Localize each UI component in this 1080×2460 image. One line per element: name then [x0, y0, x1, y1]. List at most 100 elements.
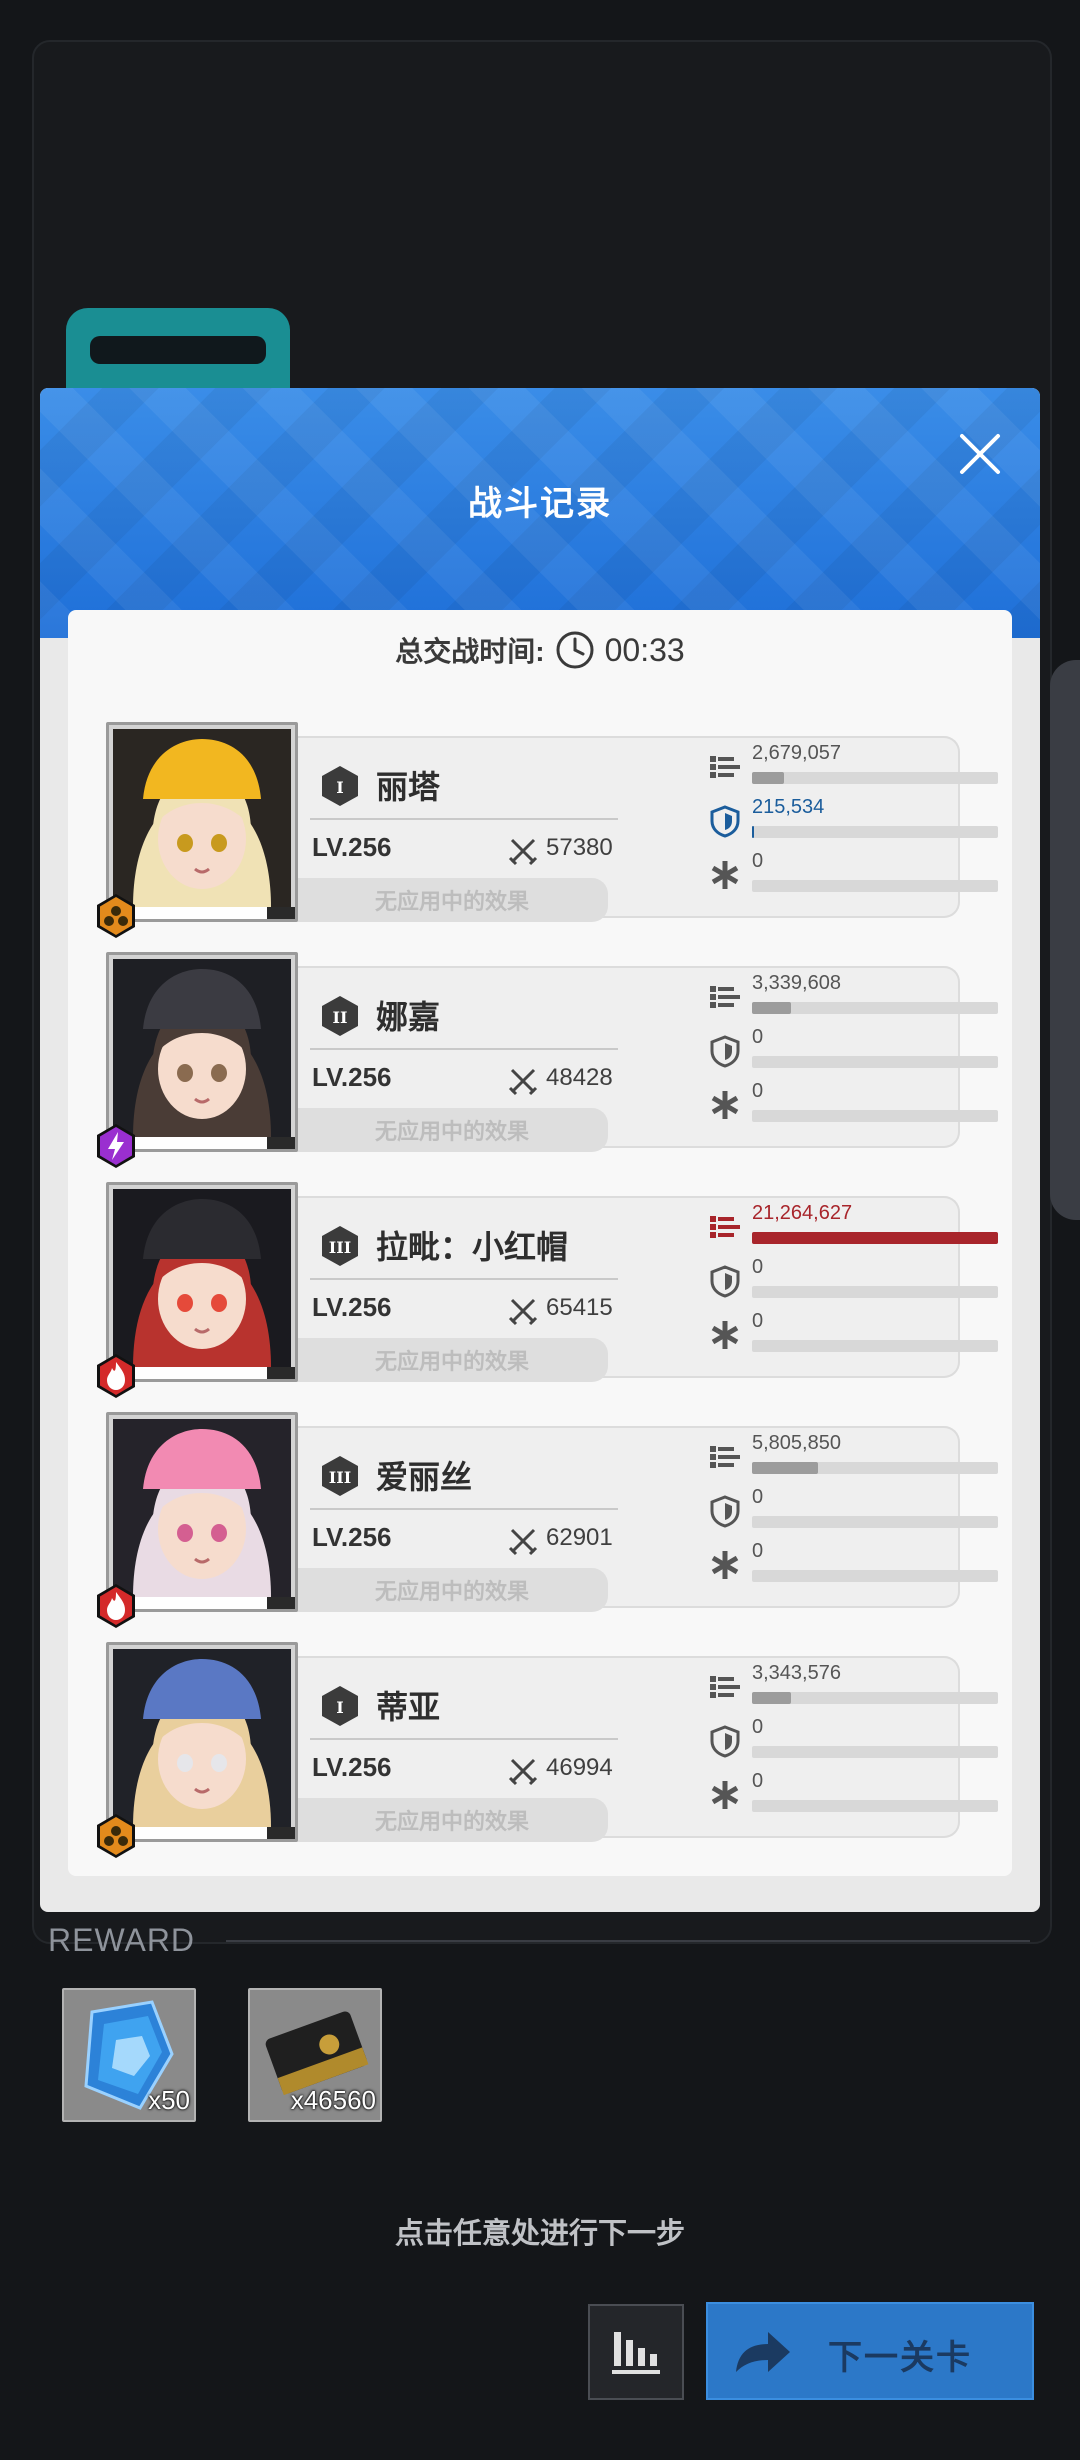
effect-status: 无应用中的效果	[296, 878, 608, 922]
combat-power: 65415	[546, 1294, 613, 1321]
heal-bar	[752, 1110, 998, 1122]
damage-value: 5,805,850	[752, 1432, 841, 1454]
shield-icon	[710, 1495, 740, 1528]
character-name: 丽塔	[376, 769, 441, 805]
shield-stat: 215,534	[708, 796, 998, 844]
character-row[interactable]: II 娜嘉 LV.256 48428 无应用中的效果 3,339,608 0 0	[97, 952, 998, 1168]
element-fire-icon	[97, 1584, 135, 1628]
heal-bar	[752, 1800, 998, 1812]
bullets-icon	[710, 1446, 740, 1468]
name-divider	[310, 1738, 618, 1740]
heal-bar	[752, 1570, 998, 1582]
character-level: LV.256	[312, 832, 392, 862]
effect-status: 无应用中的效果	[296, 1568, 608, 1612]
crossed-swords-icon	[508, 1298, 538, 1326]
damage-stat: 5,805,850	[708, 1432, 998, 1480]
heal-value: 0	[752, 850, 764, 872]
clock-icon	[556, 631, 594, 669]
heal-stat: 0	[708, 850, 998, 898]
damage-value: 3,343,576	[752, 1662, 841, 1684]
heal-value: 0	[752, 1310, 764, 1332]
modal-header: 战斗记录	[40, 388, 1040, 638]
heal-value: 0	[752, 1770, 764, 1792]
heal-value: 0	[752, 1080, 764, 1102]
battle-stats-card: 总交战时间: 00:33 I 丽塔 LV.256 57380 无应用中的效果 2,679,…	[68, 610, 1012, 1876]
character-level: LV.256	[312, 1292, 392, 1322]
name-divider	[310, 1278, 618, 1280]
heal-bar	[752, 1340, 998, 1352]
burst-badge-icon: I	[322, 766, 358, 806]
character-row[interactable]: III 爱丽丝 LV.256 62901 无应用中的效果 5,805,850 0 0	[97, 1412, 998, 1628]
total-time-label: 总交战时间:	[395, 636, 545, 667]
character-level: LV.256	[312, 1752, 392, 1782]
element-electric-icon	[97, 1124, 135, 1168]
damage-bar	[752, 1232, 998, 1244]
effect-status: 无应用中的效果	[296, 1798, 608, 1842]
effect-status: 无应用中的效果	[296, 1108, 608, 1152]
character-name: 娜嘉	[376, 999, 441, 1035]
character-stats-panel: II 娜嘉 LV.256 48428 无应用中的效果 3,339,608 0 0	[296, 966, 998, 1152]
asterisk-icon	[711, 861, 739, 889]
statistics-button[interactable]	[588, 2304, 684, 2400]
shield-bar	[752, 1516, 998, 1528]
element-iron-icon	[97, 894, 135, 938]
burst-badge-icon: III	[322, 1456, 358, 1496]
character-level: LV.256	[312, 1522, 392, 1552]
bullets-icon	[710, 986, 740, 1008]
character-row[interactable]: III 拉毗：小红帽 LV.256 65415 无应用中的效果 21,264,627 0 0	[97, 1182, 998, 1398]
combat-power: 57380	[546, 834, 613, 861]
svg-text:I: I	[336, 1698, 343, 1717]
close-icon[interactable]	[950, 424, 1010, 484]
combat-power: 46994	[546, 1754, 613, 1781]
crossed-swords-icon	[508, 1758, 538, 1786]
damage-bar	[752, 1692, 998, 1704]
damage-value: 3,339,608	[752, 972, 841, 994]
total-time-row: 总交战时间: 00:33	[68, 624, 1012, 676]
combat-power: 62901	[546, 1524, 613, 1551]
crossed-swords-icon	[508, 1068, 538, 1096]
heal-stat: 0	[708, 1310, 998, 1358]
name-divider	[310, 818, 618, 820]
character-level: LV.256	[312, 1062, 392, 1092]
damage-value: 21,264,627	[752, 1202, 853, 1224]
character-row[interactable]: I 丽塔 LV.256 57380 无应用中的效果 2,679,057 215,534 0	[97, 722, 998, 938]
bullets-icon	[710, 1676, 740, 1698]
character-name: 拉毗：小红帽	[376, 1229, 569, 1265]
element-iron-icon	[97, 1814, 135, 1858]
svg-text:II: II	[333, 1008, 348, 1027]
shield-icon	[710, 805, 740, 838]
shield-icon	[710, 1725, 740, 1758]
character-name: 爱丽丝	[376, 1459, 473, 1495]
shield-value: 215,534	[752, 796, 825, 818]
damage-bar	[752, 1462, 998, 1474]
svg-text:III: III	[329, 1468, 351, 1487]
next-stage-label: 下一关卡	[828, 2339, 972, 2377]
reward-count: x50	[148, 2085, 190, 2115]
background-shape	[1050, 660, 1080, 1220]
share-arrow-icon	[736, 2332, 790, 2372]
crossed-swords-icon	[508, 838, 538, 866]
shield-bar-fill	[752, 826, 755, 838]
character-name: 蒂亚	[376, 1689, 441, 1725]
damage-bar	[752, 772, 998, 784]
damage-stat: 3,339,608	[708, 972, 998, 1020]
reward-count: x46560	[290, 2085, 376, 2115]
character-stats-panel: III 拉毗：小红帽 LV.256 65415 无应用中的效果 21,264,627 0 0	[296, 1196, 998, 1382]
combat-power: 48428	[546, 1064, 613, 1091]
continue-hint[interactable]: 点击任意处进行下一步	[0, 2210, 1080, 2252]
damage-stat: 2,679,057	[708, 742, 998, 790]
team-tab	[66, 308, 290, 388]
reward-item-credit[interactable]: x46560	[248, 1988, 382, 2122]
asterisk-icon	[711, 1781, 739, 1809]
character-row[interactable]: I 蒂亚 LV.256 46994 无应用中的效果 3,343,576 0 0	[97, 1642, 998, 1858]
damage-value: 2,679,057	[752, 742, 841, 764]
next-stage-button[interactable]: 下一关卡	[706, 2302, 1034, 2400]
heal-stat: 0	[708, 1770, 998, 1818]
shield-stat: 0	[708, 1026, 998, 1074]
effect-status: 无应用中的效果	[296, 1338, 608, 1382]
heal-stat: 0	[708, 1540, 998, 1588]
reward-item-crystal[interactable]: x50	[62, 1988, 196, 2122]
shield-icon	[710, 1265, 740, 1298]
character-stats-panel: III 爱丽丝 LV.256 62901 无应用中的效果 5,805,850 0 0	[296, 1426, 998, 1612]
shield-value: 0	[752, 1486, 764, 1508]
